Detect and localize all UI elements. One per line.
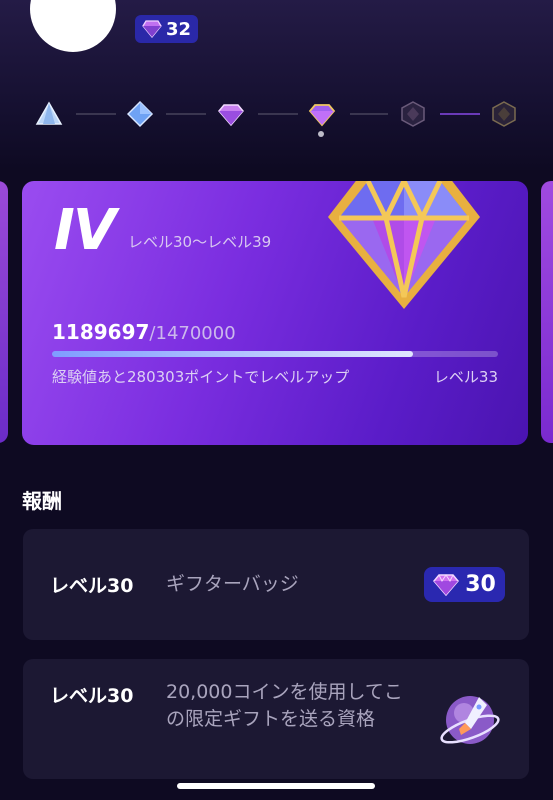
xp-current: 1189697 <box>52 320 150 344</box>
tier-4-icon[interactable] <box>307 99 337 129</box>
tier-connector <box>350 113 388 115</box>
gem-icon <box>142 20 162 38</box>
xp-progress-bar <box>52 351 498 357</box>
level-badge-value: 32 <box>165 18 192 40</box>
rocket-planet-gift-icon <box>440 696 500 744</box>
reward-row[interactable]: レベル30 20,000コインを使用してこの限定ギフトを送る資格 <box>23 659 529 779</box>
reward-level: レベル30 <box>50 575 134 597</box>
gifter-badge-value: 30 <box>465 572 496 597</box>
tier-5-icon[interactable] <box>398 99 428 129</box>
xp-remaining-text: 経験値あと280303ポイントでレベルアップ <box>52 368 350 386</box>
rewards-heading: 報酬 <box>22 489 62 513</box>
reward-description: 20,000コインを使用してこの限定ギフトを送る資格 <box>166 681 403 730</box>
gifter-badge: 30 <box>424 567 505 602</box>
tier-1-icon[interactable] <box>34 99 64 129</box>
previous-tier-card[interactable] <box>0 181 8 443</box>
tier-connector <box>258 113 298 115</box>
current-tier-indicator <box>318 131 324 137</box>
tier-level-range: レベル30〜レベル39 <box>128 233 272 251</box>
level-badge: 32 <box>135 15 198 43</box>
tier-card[interactable]: IV レベル30〜レベル39 1189697/1470000 経験値あと2803… <box>22 181 528 445</box>
xp-progress-fill <box>52 351 414 357</box>
tier-roman-numeral: IV <box>54 198 116 263</box>
next-level-label: レベル33 <box>433 368 498 386</box>
tier-connector <box>76 113 116 115</box>
xp-counter: 1189697/1470000 <box>52 320 236 344</box>
reward-level: レベル30 <box>50 685 134 707</box>
tier-connector <box>440 113 480 115</box>
tier-gem-icon <box>328 181 480 309</box>
tier-6-icon[interactable] <box>489 99 519 129</box>
tier-3-icon[interactable] <box>216 99 246 129</box>
tier-connector <box>166 113 206 115</box>
reward-description: ギフターバッジ <box>166 573 299 595</box>
next-tier-card[interactable] <box>541 181 553 443</box>
gem-icon <box>433 573 460 596</box>
reward-row[interactable]: レベル30 ギフターバッジ 30 <box>23 529 529 640</box>
tier-track <box>0 95 553 140</box>
home-indicator[interactable] <box>177 783 375 789</box>
xp-total: /1470000 <box>149 323 236 344</box>
tier-2-icon[interactable] <box>125 99 155 129</box>
